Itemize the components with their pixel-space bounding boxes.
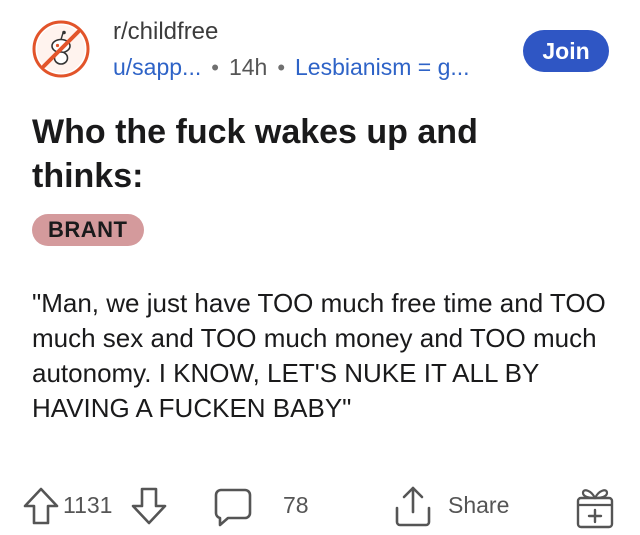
subreddit-avatar-icon[interactable]: [32, 20, 90, 78]
post-action-bar: 1131 78 Share: [0, 478, 640, 534]
post-body: "Man, we just have TOO much free time an…: [32, 288, 606, 423]
post-time: 14h: [228, 54, 268, 80]
gift-award-icon[interactable]: [574, 484, 616, 530]
subreddit-name[interactable]: r/childfree: [113, 18, 218, 46]
share-button-label[interactable]: Share: [448, 492, 509, 519]
vote-count: 1131: [63, 492, 113, 518]
comment-count: 78: [283, 492, 309, 518]
arrow-up-icon[interactable]: [22, 486, 60, 526]
comment-bubble-icon[interactable]: [213, 486, 253, 528]
meta-separator: •: [211, 54, 219, 80]
join-button[interactable]: Join: [523, 30, 609, 72]
author-link[interactable]: u/sapp...: [113, 54, 201, 81]
post-flair-badge[interactable]: BRANT: [32, 214, 144, 246]
share-icon[interactable]: [392, 484, 434, 528]
meta-separator: •: [277, 54, 286, 80]
post-title: Who the fuck wakes up and thinks:: [32, 113, 478, 195]
post-header: r/childfree u/sapp... • 14h • Lesbianism…: [32, 14, 612, 84]
arrow-down-icon[interactable]: [130, 486, 168, 526]
user-flair[interactable]: Lesbianism = g...: [295, 54, 470, 81]
post-meta: u/sapp... • 14h • Lesbianism = g...: [113, 54, 470, 81]
